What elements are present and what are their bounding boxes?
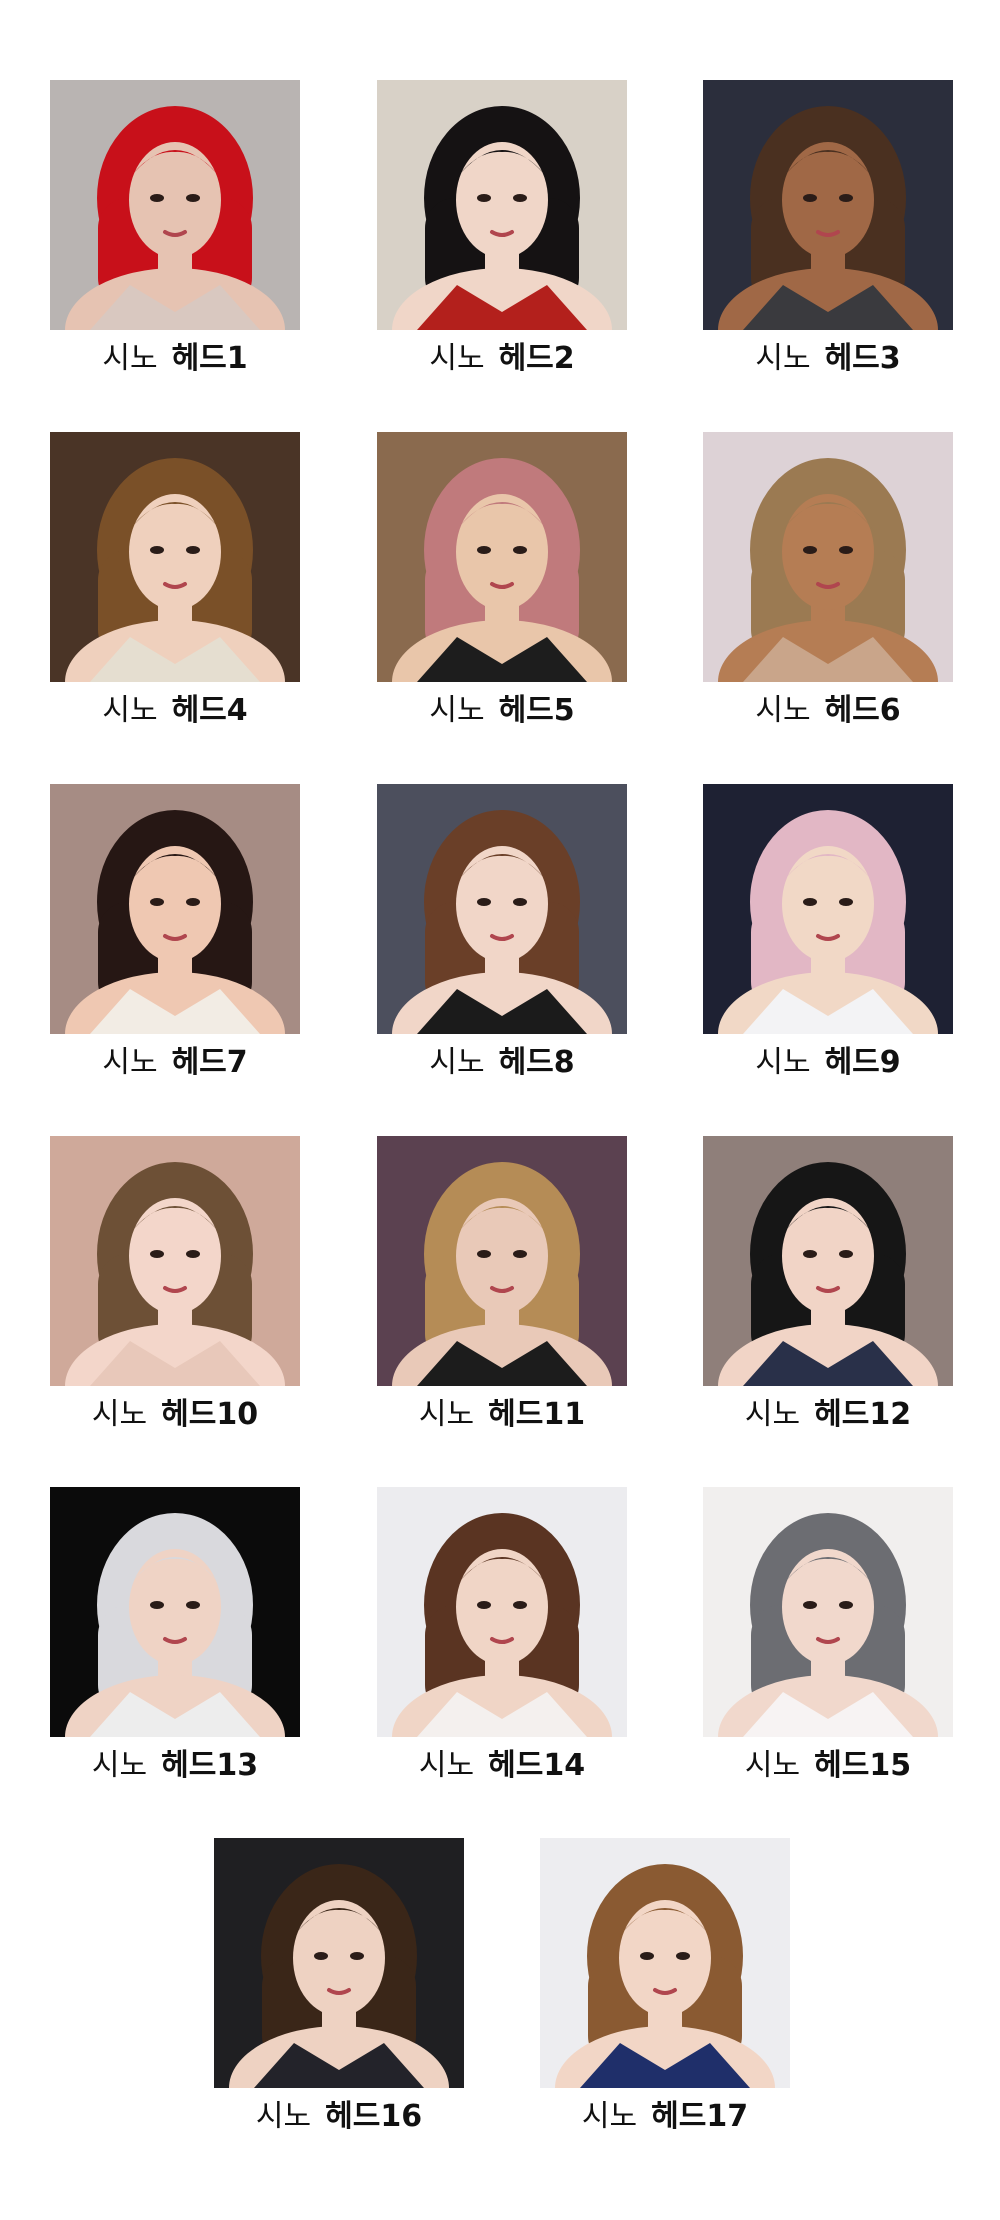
head-photo[interactable] [50, 80, 300, 330]
head-caption: 시노 헤드8 [377, 1046, 627, 1080]
head-label: 헤드11 [488, 1397, 586, 1432]
brand-label: 시노 [755, 341, 811, 376]
brand-label: 시노 [255, 2099, 312, 2134]
brand-label: 시노 [91, 1397, 148, 1432]
head-photo[interactable] [540, 1838, 790, 2088]
head-item[interactable]: 시노 헤드10 [50, 1136, 300, 1432]
head-item[interactable]: 시노 헤드12 [703, 1136, 953, 1432]
head-photo[interactable] [50, 1136, 300, 1386]
head-photo[interactable] [377, 432, 627, 682]
head-label: 헤드2 [498, 341, 575, 376]
head-item[interactable]: 시노 헤드8 [377, 784, 627, 1080]
head-item[interactable]: 시노 헤드16 [214, 1838, 464, 2134]
brand-label: 시노 [102, 693, 158, 728]
head-caption: 시노 헤드10 [50, 1398, 300, 1432]
head-caption: 시노 헤드6 [703, 694, 953, 728]
head-item[interactable]: 시노 헤드13 [50, 1487, 300, 1783]
head-photo[interactable] [703, 1136, 953, 1386]
head-caption: 시노 헤드1 [50, 342, 300, 376]
brand-label: 시노 [755, 693, 811, 728]
brand-label: 시노 [744, 1397, 801, 1432]
head-label: 헤드1 [171, 341, 248, 376]
head-label: 헤드7 [171, 1045, 248, 1080]
head-item[interactable]: 시노 헤드11 [377, 1136, 627, 1432]
head-photo[interactable] [703, 80, 953, 330]
head-label: 헤드8 [498, 1045, 575, 1080]
head-caption: 시노 헤드3 [703, 342, 953, 376]
head-label: 헤드15 [814, 1748, 912, 1783]
brand-label: 시노 [744, 1748, 801, 1783]
head-caption: 시노 헤드5 [377, 694, 627, 728]
head-label: 헤드13 [161, 1748, 259, 1783]
brand-label: 시노 [91, 1748, 148, 1783]
brand-label: 시노 [102, 1045, 158, 1080]
head-label: 헤드6 [824, 693, 901, 728]
brand-label: 시노 [418, 1397, 475, 1432]
head-caption: 시노 헤드11 [377, 1398, 627, 1432]
head-caption: 시노 헤드17 [540, 2100, 790, 2134]
head-item[interactable]: 시노 헤드9 [703, 784, 953, 1080]
head-photo[interactable] [703, 1487, 953, 1737]
head-item[interactable]: 시노 헤드7 [50, 784, 300, 1080]
head-caption: 시노 헤드12 [703, 1398, 953, 1432]
head-item[interactable]: 시노 헤드6 [703, 432, 953, 728]
head-label: 헤드12 [814, 1397, 912, 1432]
head-item[interactable]: 시노 헤드5 [377, 432, 627, 728]
head-caption: 시노 헤드7 [50, 1046, 300, 1080]
head-photo[interactable] [214, 1838, 464, 2088]
head-item[interactable]: 시노 헤드1 [50, 80, 300, 376]
head-item[interactable]: 시노 헤드17 [540, 1838, 790, 2134]
head-label: 헤드3 [824, 341, 901, 376]
head-label: 헤드14 [488, 1748, 586, 1783]
head-item[interactable]: 시노 헤드15 [703, 1487, 953, 1783]
brand-label: 시노 [755, 1045, 811, 1080]
head-photo[interactable] [50, 784, 300, 1034]
head-item[interactable]: 시노 헤드14 [377, 1487, 627, 1783]
head-caption: 시노 헤드14 [377, 1749, 627, 1783]
head-caption: 시노 헤드13 [50, 1749, 300, 1783]
head-item[interactable]: 시노 헤드2 [377, 80, 627, 376]
head-label: 헤드5 [498, 693, 575, 728]
head-caption: 시노 헤드2 [377, 342, 627, 376]
brand-label: 시노 [429, 1045, 485, 1080]
head-item[interactable]: 시노 헤드3 [703, 80, 953, 376]
head-photo[interactable] [377, 1136, 627, 1386]
brand-label: 시노 [429, 341, 485, 376]
head-photo[interactable] [377, 1487, 627, 1737]
head-photo[interactable] [377, 80, 627, 330]
head-caption: 시노 헤드15 [703, 1749, 953, 1783]
head-photo[interactable] [377, 784, 627, 1034]
head-label: 헤드9 [824, 1045, 901, 1080]
head-label: 헤드16 [325, 2099, 423, 2134]
head-caption: 시노 헤드4 [50, 694, 300, 728]
head-item[interactable]: 시노 헤드4 [50, 432, 300, 728]
head-photo[interactable] [50, 1487, 300, 1737]
head-label: 헤드4 [171, 693, 248, 728]
head-label: 헤드10 [161, 1397, 259, 1432]
brand-label: 시노 [581, 2099, 638, 2134]
brand-label: 시노 [429, 693, 485, 728]
head-caption: 시노 헤드16 [214, 2100, 464, 2134]
head-photo[interactable] [50, 432, 300, 682]
head-caption: 시노 헤드9 [703, 1046, 953, 1080]
brand-label: 시노 [102, 341, 158, 376]
head-photo[interactable] [703, 784, 953, 1034]
brand-label: 시노 [418, 1748, 475, 1783]
head-label: 헤드17 [651, 2099, 749, 2134]
head-photo[interactable] [703, 432, 953, 682]
